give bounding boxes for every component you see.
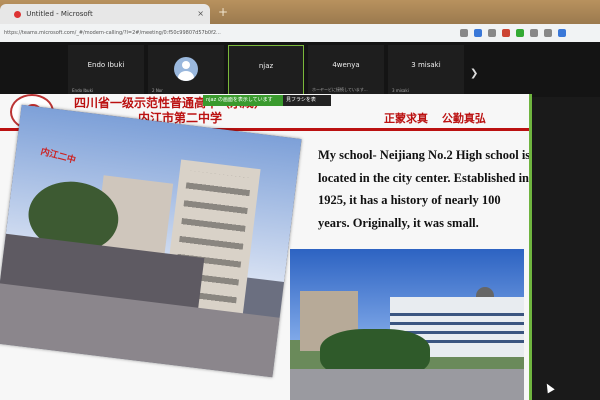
avatar xyxy=(174,57,198,81)
shared-slide: 四川省一级示范性普通高中（乐成） 内江市第二中学 正蒙求真 公勤真弘 内江二中 … xyxy=(0,94,532,400)
tab-title: Untitled - Microsoft xyxy=(26,10,93,18)
slide-paragraph: My school- Neijiang No.2 High school is … xyxy=(318,148,531,230)
participant-name: njaz xyxy=(258,62,274,70)
address-bar[interactable]: https://teams.microsoft.com/_#/modern-ca… xyxy=(0,24,600,43)
mouse-cursor-icon xyxy=(543,381,555,394)
browser-tab[interactable]: Untitled - Microsoft × xyxy=(0,4,210,24)
participant-name: Endo Ibuki xyxy=(87,61,125,69)
campus-photo xyxy=(290,249,524,400)
extension-icon[interactable] xyxy=(460,29,468,37)
participant-tile[interactable]: 4wenya ホーヤービに接続しています... xyxy=(308,45,384,95)
participant-tile[interactable]: Endo Ibuki Endo Ibuki xyxy=(68,45,144,95)
extension-icon[interactable] xyxy=(488,29,496,37)
extension-icon[interactable] xyxy=(530,29,538,37)
extension-icon[interactable] xyxy=(558,29,566,37)
chevron-right-icon[interactable]: ❯ xyxy=(470,68,478,79)
close-tab-icon[interactable]: × xyxy=(197,4,204,24)
extension-icon[interactable] xyxy=(516,29,524,37)
browser-tab-bar: Untitled - Microsoft × + xyxy=(0,0,600,24)
extension-icons xyxy=(460,26,566,40)
screen-share-notice: njaz の画面を表示しています xyxy=(203,95,285,106)
extension-icon[interactable] xyxy=(544,29,552,37)
participant-sublabel: ホーヤービに接続しています... xyxy=(312,87,368,92)
url-text[interactable]: https://teams.microsoft.com/_#/modern-ca… xyxy=(4,27,444,39)
photo-road xyxy=(290,369,524,400)
extension-icon[interactable] xyxy=(474,29,482,37)
participant-tile-active[interactable]: njaz xyxy=(228,45,304,95)
participant-sublabel: Endo Ibuki xyxy=(72,88,94,93)
school-gate-photo: 内江二中 xyxy=(0,104,302,378)
participant-name: 3 misaki xyxy=(411,61,441,69)
screen: Untitled - Microsoft × + https://teams.m… xyxy=(0,0,600,400)
participant-sublabel: 2 Nor xyxy=(152,88,163,93)
participant-tile[interactable]: 3 misaki 3 misaki xyxy=(388,45,464,95)
participant-sublabel: 3 misaki xyxy=(392,88,409,93)
extension-icon[interactable] xyxy=(502,29,510,37)
school-motto: 正蒙求真 公勤真弘 xyxy=(384,112,486,125)
recording-icon xyxy=(14,10,21,18)
new-tab-button[interactable]: + xyxy=(218,5,228,19)
participant-strip: Endo Ibuki Endo Ibuki 2 Nor njaz 4wenya … xyxy=(0,42,600,97)
tooltip-label: 見フラシを表 xyxy=(283,95,331,106)
participant-name: 4wenya xyxy=(332,61,360,69)
